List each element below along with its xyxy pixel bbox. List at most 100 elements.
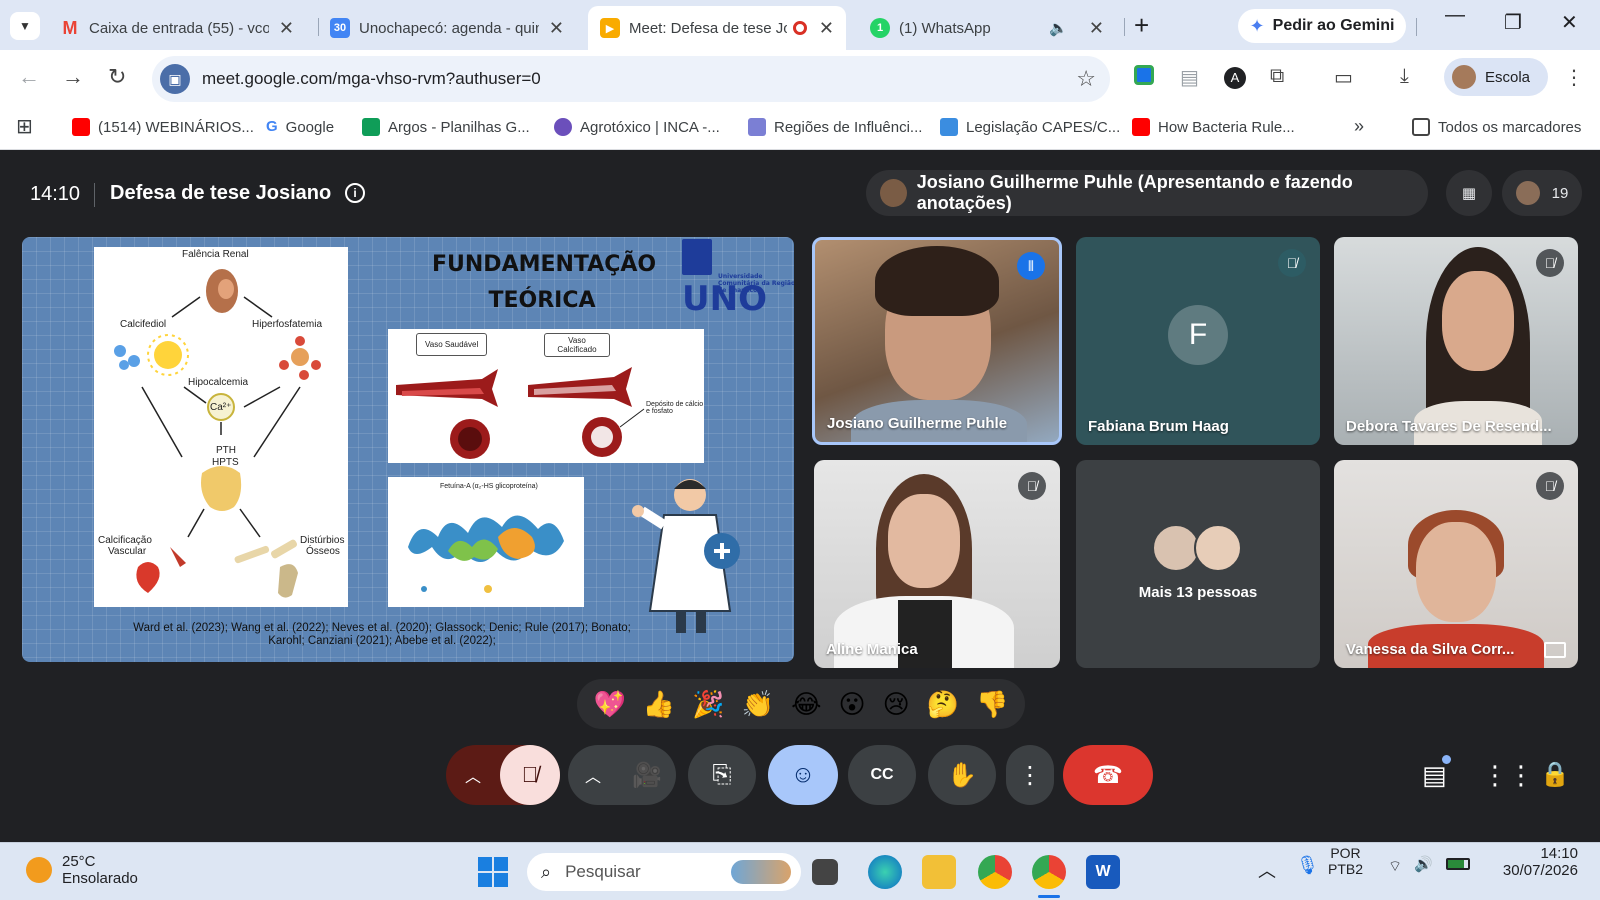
reaction-thumbs-down-button[interactable]: 👎: [976, 689, 1008, 720]
gemini-button[interactable]: ✦ Pedir ao Gemini: [1238, 9, 1406, 43]
reaction-thinking-button[interactable]: 🤔: [927, 689, 959, 720]
bookmark-item[interactable]: G Google: [266, 118, 334, 136]
clock-time: 14:10: [1540, 845, 1578, 862]
reload-icon[interactable]: ↻: [108, 64, 126, 90]
reaction-clap-button[interactable]: 👏: [742, 689, 774, 720]
edge-icon[interactable]: [868, 855, 902, 889]
reaction-laugh-button[interactable]: 😂: [791, 689, 821, 720]
participant-tile-debora[interactable]: 🎙̸ Debora Tavares De Resend...: [1334, 237, 1578, 445]
fetuina-panel: Fetuína-A (α₂-HS glicoproteína): [388, 477, 584, 607]
wifi-icon[interactable]: ⌔: [1388, 857, 1402, 876]
back-icon[interactable]: ←: [18, 64, 40, 90]
reactions-button[interactable]: ☺: [768, 745, 838, 805]
menu-kebab-icon[interactable]: ⋮: [1564, 65, 1584, 90]
protein-illustration: [408, 515, 564, 593]
tab-gmail[interactable]: M Caixa de entrada (55) - vcol ✕: [48, 6, 306, 50]
profile-button[interactable]: Escola: [1444, 58, 1548, 96]
participant-count: 19: [1551, 184, 1569, 202]
language-indicator[interactable]: POR PTB2: [1328, 845, 1363, 877]
participant-tile-vanessa[interactable]: 🎙̸ Vanessa da Silva Corr...: [1334, 460, 1578, 668]
cast-icon[interactable]: ▭: [1334, 65, 1353, 90]
chat-icon[interactable]: ▤: [1422, 760, 1447, 791]
tab-calendar[interactable]: 30 Unochapecó: agenda - quin ✕: [318, 6, 576, 50]
host-controls-lock-icon[interactable]: 🔒: [1540, 760, 1570, 789]
info-icon[interactable]: i: [345, 183, 365, 203]
more-bookmarks-chevron-icon[interactable]: »: [1354, 116, 1364, 137]
reaction-heart-button[interactable]: 💖: [594, 689, 626, 720]
tray-chevron-icon[interactable]: ︿: [1258, 857, 1276, 883]
file-explorer-icon[interactable]: [922, 855, 956, 889]
url-text: meet.google.com/mga-vhso-rvm?authuser=0: [202, 69, 541, 88]
weather-widget[interactable]: 25°C Ensolarado: [26, 853, 138, 887]
participant-tile-josiano[interactable]: ⦀ Josiano Guilherme Puhle: [812, 237, 1062, 445]
captions-button[interactable]: CC: [848, 745, 916, 805]
uno-logo: UNO Universidade Comunitária da Região d…: [682, 239, 794, 319]
restore-icon[interactable]: ❐: [1504, 10, 1522, 35]
taskbar-search-input[interactable]: ⌕ Pesquisar: [527, 853, 801, 891]
word-icon[interactable]: W: [1086, 855, 1120, 889]
bookmark-item[interactable]: Regiões de Influênci...: [748, 118, 922, 136]
reaction-party-button[interactable]: 🎉: [692, 689, 724, 720]
participant-tile-more[interactable]: Mais 13 pessoas: [1076, 460, 1320, 668]
participants-button[interactable]: 19: [1502, 170, 1582, 216]
bookmark-item[interactable]: How Bacteria Rule...: [1132, 118, 1295, 136]
search-placeholder: Pesquisar: [565, 862, 641, 881]
site-info-icon[interactable]: ▣: [160, 64, 190, 94]
reaction-surprised-button[interactable]: 😮: [838, 689, 865, 720]
microphone-icon[interactable]: 🎙: [1296, 855, 1319, 876]
apps-grid-icon[interactable]: ⊞: [16, 114, 33, 139]
download-icon[interactable]: ⤓: [1400, 65, 1409, 88]
extension-a-icon[interactable]: A: [1224, 65, 1246, 89]
minimize-icon[interactable]: —: [1445, 4, 1465, 27]
video-options-chevron-icon[interactable]: ︿: [568, 763, 618, 787]
tab-whatsapp[interactable]: 1 (1) WhatsApp 🔈 ✕: [858, 6, 1116, 50]
chrome-icon[interactable]: [978, 855, 1012, 889]
clock[interactable]: 14:10 30/07/2026: [1488, 845, 1578, 879]
bookmark-item[interactable]: Agrotóxico | INCA -...: [554, 118, 720, 136]
extensions-puzzle-icon[interactable]: ⧉: [1270, 65, 1284, 88]
reaction-sad-button[interactable]: 😢: [883, 689, 910, 720]
activities-grid-icon[interactable]: ⋮⋮: [1482, 760, 1534, 791]
more-participants-label: Mais 13 pessoas: [1138, 584, 1258, 601]
volume-icon[interactable]: 🔊: [1414, 855, 1433, 873]
address-bar[interactable]: ▣ meet.google.com/mga-vhso-rvm?authuser=…: [152, 56, 1110, 102]
chrome-profile-icon[interactable]: [1032, 855, 1066, 889]
tab-meet[interactable]: ▶ Meet: Defesa de tese Jo ✕: [588, 6, 846, 50]
speaker-icon[interactable]: 🔈: [1049, 19, 1068, 37]
speaking-indicator-icon: ⦀: [1017, 252, 1045, 280]
audio-options-chevron-icon[interactable]: ︿: [446, 763, 500, 787]
layout-grid-icon[interactable]: ▦: [1446, 170, 1492, 216]
close-tab-icon[interactable]: ✕: [813, 18, 834, 39]
raise-hand-button[interactable]: ✋: [928, 745, 996, 805]
bookmark-item[interactable]: (1514) WEBINÁRIOS...: [72, 118, 254, 136]
vessel-illustration: [396, 367, 645, 459]
presenter-chip[interactable]: Josiano Guilherme Puhle (Apresentando e …: [866, 170, 1428, 216]
bookmark-star-icon[interactable]: ☆: [1076, 66, 1096, 92]
leave-call-button[interactable]: ☎: [1063, 745, 1153, 805]
extension-doc-icon[interactable]: ▤: [1180, 65, 1199, 90]
new-tab-icon[interactable]: +: [1134, 10, 1149, 41]
bookmark-item[interactable]: Legislação CAPES/C...: [940, 118, 1120, 136]
close-window-icon[interactable]: ✕: [1561, 10, 1578, 35]
battery-icon[interactable]: [1446, 857, 1470, 874]
all-bookmarks-folder[interactable]: Todos os marcadores: [1412, 118, 1581, 136]
extension-maps-icon[interactable]: [1134, 65, 1154, 91]
windows-start-icon[interactable]: [478, 857, 508, 887]
muted-mic-icon: 🎙̸: [1278, 249, 1306, 277]
mic-off-button[interactable]: 🎙̸: [500, 745, 560, 805]
tab-search-chevron-icon[interactable]: ▼: [10, 12, 40, 40]
picture-in-picture-icon[interactable]: [1544, 642, 1566, 658]
camera-button[interactable]: 🎥: [618, 761, 676, 790]
forward-icon[interactable]: →: [62, 64, 84, 90]
present-screen-button[interactable]: ⎘: [688, 745, 756, 805]
more-options-button[interactable]: ⋮: [1006, 745, 1054, 805]
close-tab-icon[interactable]: ✕: [543, 18, 564, 39]
participant-tile-fabiana[interactable]: F 🎙̸ Fabiana Brum Haag: [1076, 237, 1320, 445]
participant-tile-aline[interactable]: 🎙̸ Aline Manica: [814, 460, 1060, 668]
bookmark-item[interactable]: Argos - Planilhas G...: [362, 118, 530, 136]
participant-name: Vanessa da Silva Corr...: [1346, 641, 1515, 658]
close-tab-icon[interactable]: ✕: [273, 18, 294, 39]
reaction-thumbs-up-button[interactable]: 👍: [643, 689, 675, 720]
close-tab-icon[interactable]: ✕: [1083, 18, 1104, 39]
task-view-icon[interactable]: [812, 859, 838, 885]
